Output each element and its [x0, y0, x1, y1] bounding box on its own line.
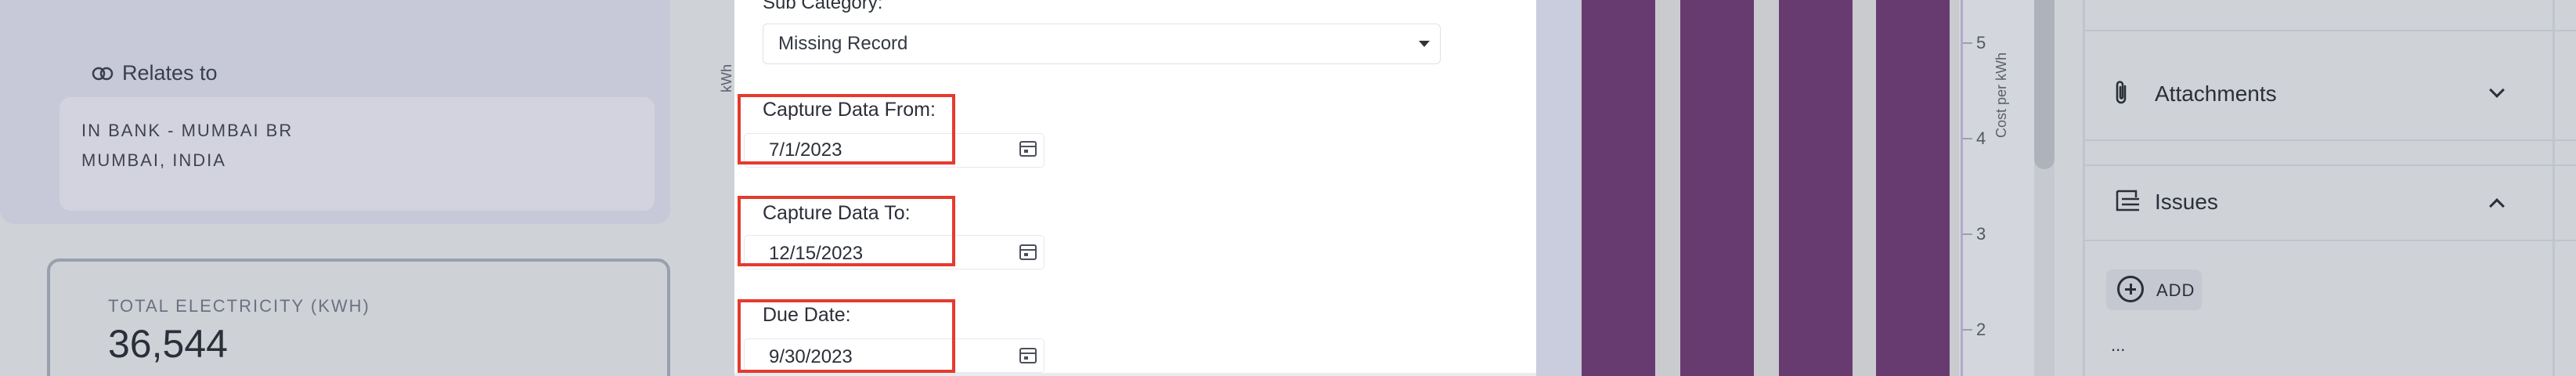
axis-tick: [1963, 138, 1972, 139]
attachments-title: Attachments: [2155, 81, 2277, 106]
attachments-accordion-header[interactable]: [2083, 66, 2553, 122]
divider: [2083, 164, 2576, 166]
chevron-down-icon: [1419, 41, 1430, 47]
calendar-icon[interactable]: [1019, 348, 1037, 363]
location-line-1: IN BANK - MUMBAI BR: [81, 121, 294, 140]
divider: [2083, 240, 2576, 241]
calendar-icon[interactable]: [1019, 141, 1037, 157]
sub-category-value: Missing Record: [778, 33, 908, 54]
chart-bar: [1680, 0, 1754, 376]
axis-tick: [1963, 233, 1972, 235]
capture-from-highlight: [738, 94, 955, 164]
axis-tick: [1963, 42, 1972, 44]
axis-tick-label: 2: [1976, 320, 1986, 339]
issues-title: Issues: [2155, 190, 2218, 214]
modal-divider: [734, 373, 1536, 376]
capture-to-highlight: [738, 196, 955, 266]
divider: [2083, 139, 2576, 141]
plus-circle-icon: [2117, 276, 2144, 302]
chart-left-axis-label: kWh: [719, 64, 734, 92]
scrollbar-thumb[interactable]: [2034, 0, 2055, 169]
axis-tick-label: 5: [1976, 33, 1986, 52]
link-icon: [92, 67, 114, 80]
chart-right-axis-label: Cost per kWh: [1993, 52, 2009, 138]
sidebar-border-right: [2553, 0, 2555, 376]
axis-tick-label: 3: [1976, 224, 1986, 244]
issues-placeholder: ...: [2111, 335, 2126, 355]
sub-category-label: Sub Category:: [763, 0, 883, 13]
total-electricity-value: 36,544: [108, 322, 228, 366]
relates-to-heading: Relates to: [91, 61, 218, 85]
chart-bar: [1779, 0, 1853, 376]
total-electricity-label: TOTAL ELECTRICITY (KWH): [108, 296, 370, 316]
calendar-icon[interactable]: [1019, 244, 1037, 260]
add-issue-label: ADD: [2156, 280, 2195, 300]
relates-to-location: IN BANK - MUMBAI BR MUMBAI, INDIA: [60, 97, 655, 211]
relates-to-title: Relates to: [122, 61, 218, 85]
axis-tick-label: 4: [1976, 128, 1986, 148]
due-date-highlight: [738, 299, 955, 373]
divider: [2083, 30, 2576, 31]
issues-accordion-header[interactable]: [2083, 174, 2553, 230]
issues-list-icon: [2116, 190, 2139, 212]
chart-bar: [1876, 0, 1950, 376]
chart-gutter: [1536, 0, 1580, 376]
chart-bar: [1582, 0, 1655, 376]
chart-right-axis: [1961, 0, 1963, 376]
axis-tick: [1963, 329, 1972, 331]
paperclip-icon: [2116, 81, 2127, 104]
location-line-2: MUMBAI, INDIA: [81, 150, 226, 170]
